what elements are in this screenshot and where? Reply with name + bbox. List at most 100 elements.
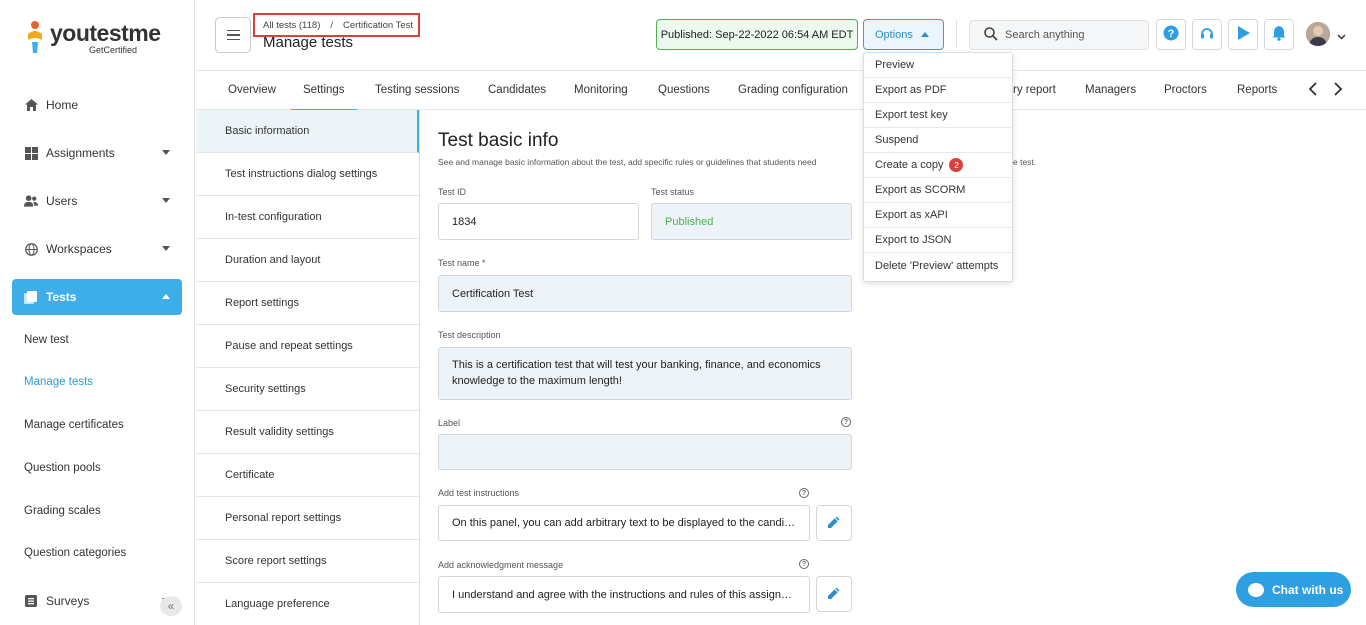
collapse-sidebar-button[interactable]: « <box>160 596 182 616</box>
options-dropdown-menu: Preview Export as PDF Export test key Su… <box>863 52 1013 282</box>
settings-item-result-validity[interactable]: Result validity settings <box>196 411 419 454</box>
tabs-prev-icon[interactable] <box>1308 82 1318 100</box>
play-button[interactable] <box>1228 19 1258 50</box>
tab-monitoring[interactable]: Monitoring <box>574 84 628 96</box>
tab-questions[interactable]: Questions <box>658 84 710 96</box>
notifications-button[interactable] <box>1264 19 1294 50</box>
chevron-up-icon <box>920 32 929 37</box>
settings-item-basic-information[interactable]: Basic information <box>196 110 419 153</box>
tab-overview[interactable]: Overview <box>228 84 276 96</box>
instructions-field[interactable]: On this panel, you can add arbitrary tex… <box>438 505 810 541</box>
tab-summary-report[interactable]: ry report <box>1013 84 1056 96</box>
chevron-down-icon <box>162 246 170 251</box>
menu-item-label: Export as xAPI <box>875 209 948 221</box>
menu-item-export-scorm[interactable]: Export as SCORM <box>864 178 1012 203</box>
sidebar-subitem-manage-tests[interactable]: Manage tests <box>24 376 93 388</box>
menu-item-export-xapi[interactable]: Export as xAPI <box>864 203 1012 228</box>
sidebar-subitem-question-pools[interactable]: Question pools <box>24 462 101 474</box>
label-field-label: Label <box>438 418 461 428</box>
settings-item-language-preference[interactable]: Language preference <box>196 583 419 625</box>
options-button-label: Options <box>875 28 913 41</box>
tab-candidates[interactable]: Candidates <box>488 84 546 96</box>
headset-icon <box>1199 25 1215 44</box>
search-icon <box>984 26 998 44</box>
chat-button[interactable]: Chat with us <box>1236 572 1351 607</box>
settings-item-pause-repeat[interactable]: Pause and repeat settings <box>196 325 419 368</box>
tab-grading-configuration[interactable]: Grading configuration <box>738 84 848 96</box>
sidebar-subitem-question-categories[interactable]: Question categories <box>24 547 126 559</box>
search-box[interactable] <box>969 20 1149 50</box>
acknowledgment-field[interactable]: I understand and agree with the instruct… <box>438 576 810 613</box>
menu-item-delete-preview-attempts[interactable]: Delete 'Preview' attempts <box>864 253 1012 278</box>
sidebar-item-label: Assignments <box>46 146 115 160</box>
logo-text: youtestme <box>50 20 161 46</box>
edit-instructions-button[interactable] <box>816 505 852 541</box>
support-button[interactable] <box>1192 19 1222 50</box>
sidebar-item-users[interactable]: Users <box>12 183 182 219</box>
settings-item-duration-layout[interactable]: Duration and layout <box>196 239 419 282</box>
label-field[interactable] <box>438 434 852 470</box>
menu-item-label: Suspend <box>875 134 919 146</box>
menu-item-export-test-key[interactable]: Export test key <box>864 103 1012 128</box>
sidebar-item-label: Workspaces <box>46 242 112 256</box>
form-description: See and manage basic information about t… <box>438 157 817 167</box>
acknowledgment-value: I understand and agree with the instruct… <box>452 588 800 601</box>
settings-item-in-test-configuration[interactable]: In-test configuration <box>196 196 419 239</box>
menu-item-suspend[interactable]: Suspend <box>864 128 1012 153</box>
tab-testing-sessions[interactable]: Testing sessions <box>375 84 459 96</box>
settings-item-score-report[interactable]: Score report settings <box>196 540 419 583</box>
menu-item-label: Export test key <box>875 109 948 121</box>
menu-item-export-pdf[interactable]: Export as PDF <box>864 78 1012 103</box>
sidebar-item-home[interactable]: Home <box>12 87 182 123</box>
menu-item-create-copy[interactable]: Create a copy 2 <box>864 153 1012 178</box>
sidebar-item-workspaces[interactable]: Workspaces <box>12 231 182 267</box>
form-title: Test basic info <box>438 130 559 151</box>
settings-item-test-instructions[interactable]: Test instructions dialog settings <box>196 153 419 196</box>
sidebar-subitem-manage-certificates[interactable]: Manage certificates <box>24 419 124 431</box>
sidebar-item-label: Home <box>46 98 79 112</box>
help-button[interactable]: ? <box>1156 19 1186 50</box>
instructions-label: Add test instructions <box>438 488 520 498</box>
tabs-next-icon[interactable] <box>1333 82 1343 100</box>
search-input[interactable] <box>1005 29 1135 41</box>
help-icon[interactable]: ? <box>841 417 851 427</box>
hamburger-icon-line <box>226 29 240 32</box>
test-status-field: Published <box>651 203 852 240</box>
menu-item-preview[interactable]: Preview <box>864 53 1012 78</box>
settings-item-security[interactable]: Security settings <box>196 368 419 411</box>
menu-item-label: Export to JSON <box>875 234 952 246</box>
chevron-down-icon[interactable] <box>1337 29 1346 43</box>
options-button[interactable]: Options <box>863 19 944 50</box>
hamburger-menu-button[interactable] <box>215 17 251 53</box>
svg-text:?: ? <box>1168 28 1175 40</box>
edit-acknowledgment-button[interactable] <box>816 576 852 612</box>
menu-item-label: Preview <box>875 59 915 71</box>
menu-item-export-json[interactable]: Export to JSON <box>864 228 1012 253</box>
settings-item-certificate[interactable]: Certificate <box>196 454 419 497</box>
settings-item-personal-report[interactable]: Personal report settings <box>196 497 419 540</box>
tab-settings[interactable]: Settings <box>291 84 357 111</box>
test-description-label: Test description <box>438 330 501 340</box>
sidebar-item-surveys[interactable]: Surveys <box>12 583 182 619</box>
chat-bubble-icon <box>1248 582 1264 597</box>
test-description-field[interactable]: This is a certification test that will t… <box>438 347 852 400</box>
help-icon[interactable]: ? <box>799 488 809 498</box>
avatar[interactable] <box>1306 22 1330 46</box>
test-id-field[interactable]: 1834 <box>438 203 639 240</box>
test-status-value: Published <box>665 215 714 228</box>
test-name-field[interactable]: Certification Test <box>438 275 852 312</box>
tab-reports[interactable]: Reports <box>1237 84 1277 96</box>
sidebar-item-assignments[interactable]: Assignments <box>12 135 182 171</box>
settings-item-report-settings[interactable]: Report settings <box>196 282 419 325</box>
sidebar-subitem-new-test[interactable]: New test <box>24 334 69 346</box>
tab-proctors[interactable]: Proctors <box>1164 84 1207 96</box>
breadcrumb-all-tests[interactable]: All tests (118) <box>263 20 320 31</box>
play-icon <box>1235 25 1251 44</box>
test-name-value: Certification Test <box>452 287 534 300</box>
sidebar-item-tests[interactable]: Tests <box>12 279 182 315</box>
sidebar-subitem-grading-scales[interactable]: Grading scales <box>24 505 101 517</box>
breadcrumb-current[interactable]: Certification Test <box>343 20 413 31</box>
home-icon <box>24 98 38 112</box>
help-icon[interactable]: ? <box>799 559 809 569</box>
tab-managers[interactable]: Managers <box>1085 84 1136 96</box>
